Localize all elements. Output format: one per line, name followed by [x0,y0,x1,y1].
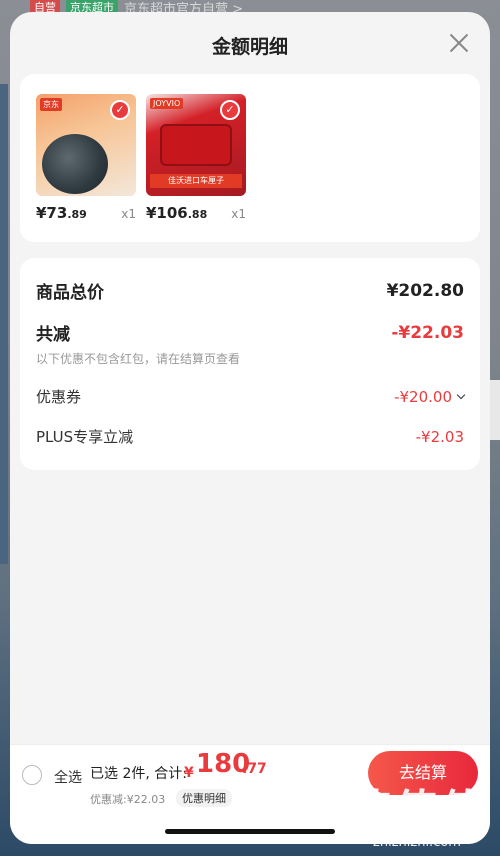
product-item[interactable]: 京东 ✓ ¥73.89 x1 [36,94,136,222]
discount-detail-button[interactable]: 优惠明细 [176,789,232,807]
check-icon: ✓ [110,100,130,120]
watermark: 值值值 zhizhizhi.com [348,786,486,851]
product-qty: x1 [121,207,136,221]
plus-row: PLUS专享立减 -¥2.03 [36,426,464,447]
cherry-box-image: JOYVIO 佳沃进口车厘子 ✓ [146,94,246,196]
chevron-down-icon [456,390,466,399]
total-label: 商品总价 [36,283,104,303]
check-icon: ✓ [220,100,240,120]
cherry-box [160,124,232,166]
total-currency: ¥ [184,765,194,781]
brand-tag: JOYVIO [150,98,184,109]
discount-text: 优惠减:¥22.03 [90,793,166,806]
total-row: 商品总价 ¥202.80 [36,278,464,304]
background-right-panel [490,380,500,440]
watermark-url: zhizhizhi.com [373,835,461,850]
shrimp-image [42,134,108,194]
shrimp-box-image: 京东 ✓ [36,94,136,196]
home-indicator [165,829,335,834]
total-value: ¥202.80 [386,280,464,301]
coupon-label: 优惠券 [36,388,82,406]
product-price: ¥106.88 [146,204,208,222]
coupon-row[interactable]: 优惠券 -¥20.00 [36,386,466,407]
close-icon[interactable] [446,30,472,56]
summary-card: 商品总价 ¥202.80 共减 -¥22.03 以下优惠不包含红包，请在结算页查… [20,258,480,470]
background-left-panel [0,84,8,564]
select-all-label[interactable]: 全选 [54,767,82,787]
product-banner: 佳沃进口车厘子 [150,174,242,188]
reduce-row: 共减 -¥22.03 [36,320,464,346]
products-card: 京东 ✓ ¥73.89 x1 JOYVIO 佳沃进口车厘子 ✓ ¥106.88 [20,74,480,242]
sheet-title: 金额明细 [211,36,288,58]
product-item[interactable]: JOYVIO 佳沃进口车厘子 ✓ ¥106.88 x1 [146,94,246,222]
coupon-value: -¥20.00 [394,388,466,406]
plus-value: -¥2.03 [415,427,464,446]
amount-detail-sheet: 金额明细 京东 ✓ ¥73.89 x1 JOYVIO 佳沃进口车厘子 ✓ ¥10… [10,12,490,844]
watermark-logo: 值值值 [348,786,486,837]
selected-count: 已选 2件, 合计: [90,766,187,782]
product-price: ¥73.89 [36,204,87,222]
product-qty: x1 [231,207,246,221]
brand-tag: 京东 [40,98,62,111]
reduce-note: 以下优惠不包含红包，请在结算页查看 [36,352,241,366]
select-all-radio[interactable] [22,765,42,785]
reduce-value: -¥22.03 [391,322,464,343]
total-decimal: .77 [242,761,267,777]
plus-label: PLUS专享立减 [36,428,134,446]
reduce-label: 共减 [36,325,70,345]
